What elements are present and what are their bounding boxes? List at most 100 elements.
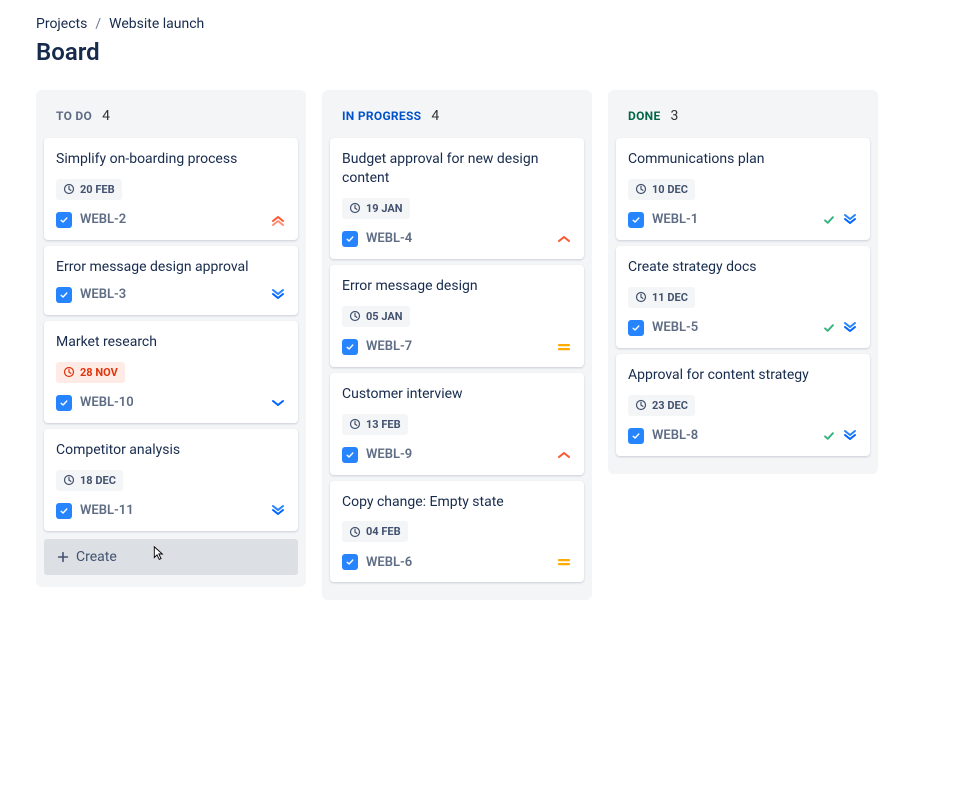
due-date-badge: 11 DEC xyxy=(628,287,695,308)
column-header[interactable]: TO DO4 xyxy=(44,98,298,138)
create-issue-button[interactable]: Create xyxy=(44,539,298,575)
due-date-badge: 23 DEC xyxy=(628,395,695,416)
column-header[interactable]: IN PROGRESS 4 xyxy=(330,98,584,138)
issue-key[interactable]: WEBL-10 xyxy=(80,395,134,410)
priority-low-icon xyxy=(270,395,286,411)
due-date-badge: 28 NOV xyxy=(56,362,125,383)
card-title: Simplify on-boarding process xyxy=(56,150,286,169)
priority-lowest-icon xyxy=(270,503,286,519)
clock-icon xyxy=(635,399,647,411)
card[interactable]: Simplify on-boarding process 20 FEB WEBL-2 xyxy=(44,138,298,240)
due-date-text: 23 DEC xyxy=(652,399,688,412)
card-title: Error message design xyxy=(342,277,572,296)
due-date-text: 20 FEB xyxy=(80,183,115,196)
clock-icon xyxy=(349,526,361,538)
issue-key[interactable]: WEBL-6 xyxy=(366,555,412,570)
due-date-text: 11 DEC xyxy=(652,291,688,304)
due-date-badge: 18 DEC xyxy=(56,470,123,491)
clock-icon xyxy=(635,291,647,303)
card[interactable]: Customer interview 13 FEB WEBL-9 xyxy=(330,373,584,475)
column-count: 3 xyxy=(671,108,679,124)
issue-key[interactable]: WEBL-1 xyxy=(652,212,698,227)
due-date-badge: 20 FEB xyxy=(56,179,122,200)
card[interactable]: Error message design approval WEBL-3 xyxy=(44,246,298,315)
done-check-icon xyxy=(822,321,836,335)
task-type-icon xyxy=(56,395,72,411)
card-title: Copy change: Empty state xyxy=(342,493,572,512)
card-footer: WEBL-4 xyxy=(342,231,572,247)
column-done: DONE3 Communications plan 10 DEC WEBL-1 Crea… xyxy=(608,90,878,474)
column-title: TO DO xyxy=(56,109,92,123)
due-date-badge: 05 JAN xyxy=(342,306,410,327)
column-title: IN PROGRESS xyxy=(342,109,421,123)
card-footer: WEBL-9 xyxy=(342,447,572,463)
task-type-icon xyxy=(56,287,72,303)
card[interactable]: Competitor analysis 18 DEC WEBL-11 xyxy=(44,429,298,531)
priority-lowest-icon xyxy=(842,320,858,336)
card-title: Error message design approval xyxy=(56,258,286,277)
issue-key[interactable]: WEBL-5 xyxy=(652,320,698,335)
issue-key[interactable]: WEBL-9 xyxy=(366,447,412,462)
due-date-text: 10 DEC xyxy=(652,183,688,196)
breadcrumb-project[interactable]: Website launch xyxy=(109,16,204,32)
done-check-icon xyxy=(822,213,836,227)
card-footer: WEBL-1 xyxy=(628,212,858,228)
card[interactable]: Approval for content strategy 23 DEC WEBL-… xyxy=(616,354,870,456)
priority-highest-icon xyxy=(270,212,286,228)
issue-key[interactable]: WEBL-11 xyxy=(80,503,134,518)
card[interactable]: Create strategy docs 11 DEC WEBL-5 xyxy=(616,246,870,348)
board: TO DO4Simplify on-boarding process20 FEB… xyxy=(36,90,918,600)
task-type-icon xyxy=(56,212,72,228)
due-date-badge: 10 DEC xyxy=(628,179,695,200)
breadcrumb-root[interactable]: Projects xyxy=(36,16,87,32)
card-title: Create strategy docs xyxy=(628,258,858,277)
card-title: Customer interview xyxy=(342,385,572,404)
due-date-text: 05 JAN xyxy=(366,310,403,323)
due-date-text: 18 DEC xyxy=(80,474,116,487)
column-header[interactable]: DONE3 xyxy=(616,98,870,138)
card-footer: WEBL-6 xyxy=(342,554,572,570)
card-title: Approval for content strategy xyxy=(628,366,858,385)
priority-medium-icon xyxy=(556,339,572,355)
clock-icon xyxy=(349,418,361,430)
clock-icon xyxy=(63,366,75,378)
card[interactable]: Market research28 NOVWEBL-10 xyxy=(44,321,298,423)
issue-key[interactable]: WEBL-8 xyxy=(652,428,698,443)
task-type-icon xyxy=(628,320,644,336)
issue-key[interactable]: WEBL-7 xyxy=(366,339,412,354)
card-footer: WEBL-3 xyxy=(56,287,286,303)
clock-icon xyxy=(349,202,361,214)
task-type-icon xyxy=(628,428,644,444)
due-date-text: 28 NOV xyxy=(80,366,118,379)
clock-icon xyxy=(63,474,75,486)
due-date-badge: 13 FEB xyxy=(342,414,408,435)
clock-icon xyxy=(635,183,647,195)
card[interactable]: Error message design 05 JAN WEBL-7 xyxy=(330,265,584,367)
card[interactable]: Copy change: Empty state04 FEBWEBL-6 xyxy=(330,481,584,583)
issue-key[interactable]: WEBL-3 xyxy=(80,287,126,302)
task-type-icon xyxy=(342,554,358,570)
card-title: Communications plan xyxy=(628,150,858,169)
card-footer: WEBL-10 xyxy=(56,395,286,411)
card[interactable]: Budget approval for new design content19… xyxy=(330,138,584,259)
card-footer: WEBL-11 xyxy=(56,503,286,519)
task-type-icon xyxy=(56,503,72,519)
task-type-icon xyxy=(342,339,358,355)
card[interactable]: Communications plan 10 DEC WEBL-1 xyxy=(616,138,870,240)
card-title: Competitor analysis xyxy=(56,441,286,460)
issue-key[interactable]: WEBL-2 xyxy=(80,212,126,227)
priority-lowest-icon xyxy=(270,287,286,303)
column-todo: TO DO4 Simplify on-boarding process 20 FEB… xyxy=(36,90,306,587)
priority-lowest-icon xyxy=(842,428,858,444)
done-check-icon xyxy=(822,429,836,443)
card-footer: WEBL-2 xyxy=(56,212,286,228)
priority-high-icon xyxy=(556,231,572,247)
card-footer: WEBL-8 xyxy=(628,428,858,444)
task-type-icon xyxy=(342,447,358,463)
card-title: Budget approval for new design content xyxy=(342,150,572,188)
pointer-cursor-icon xyxy=(148,545,166,563)
breadcrumb: Projects / Website launch xyxy=(36,16,918,32)
column-count: 4 xyxy=(431,108,439,124)
issue-key[interactable]: WEBL-4 xyxy=(366,231,412,246)
task-type-icon xyxy=(628,212,644,228)
